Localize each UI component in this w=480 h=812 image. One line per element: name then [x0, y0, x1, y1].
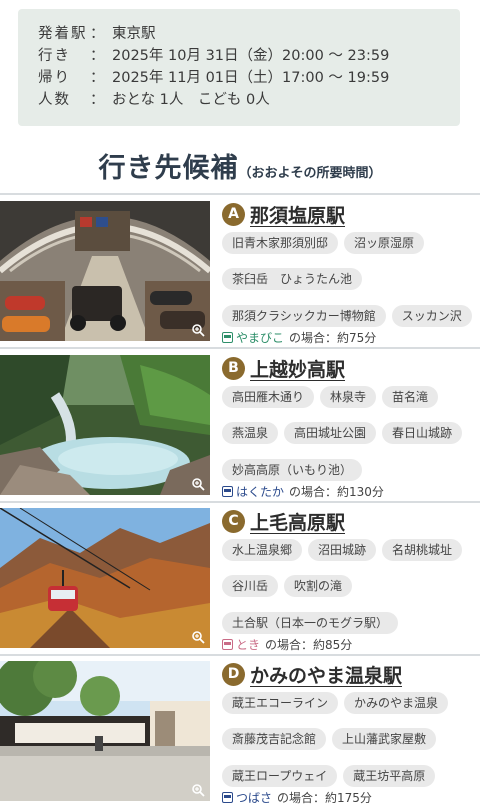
separator: ：	[90, 47, 105, 64]
spot-tag[interactable]: 沼田城跡	[308, 539, 377, 561]
destination-photo[interactable]	[0, 355, 210, 495]
spot-tag[interactable]: 林泉寺	[320, 386, 377, 408]
spot-tag[interactable]: 蔵王ロープウェイ	[222, 764, 338, 787]
train-name: はくたか	[236, 485, 285, 499]
destination-letter-badge: B	[222, 356, 245, 380]
spot-tag[interactable]: 高田雁木通り	[222, 386, 315, 408]
station-name-link[interactable]: 那須塩原駅	[250, 201, 345, 228]
spot-tags: 高田雁木通り 林泉寺 苗名滝 燕温泉 高田城址公園 春日山城跡 妙高高原（いもり…	[222, 386, 472, 490]
spot-tag[interactable]: 那須クラシックカー博物館	[222, 304, 386, 327]
outbound-label: 行き	[38, 47, 71, 64]
destination-info: B 上越妙高駅 高田雁木通り 林泉寺 苗名滝 燕温泉 高田城址公園 春日山城跡 …	[222, 355, 472, 499]
spot-tag[interactable]: 旧青木家那須別邸	[222, 232, 339, 254]
search-summary-panel: 発着駅 ： 東京駅 行き ： 2025年 10月 31日（金）20:00 〜 2…	[18, 9, 460, 126]
spot-tag[interactable]: 斎藤茂吉記念館	[222, 728, 327, 751]
train-icon	[222, 792, 233, 803]
people-value: おとな 1人 こども 0人	[112, 91, 270, 108]
destination-photo[interactable]	[0, 661, 210, 801]
station-name-link[interactable]: 上越妙高駅	[250, 355, 345, 382]
destination-info: C 上毛高原駅 水上温泉郷 沼田城跡 名胡桃城址 谷川岳 吹割の滝 土合駅（日本…	[222, 508, 472, 652]
train-info: はくたか の場合：約130分	[222, 483, 384, 500]
train-icon	[222, 486, 233, 497]
spot-tag[interactable]: 蔵王エコーライン	[222, 692, 339, 714]
spot-tags: 旧青木家那須別邸 沼ッ原湿原 茶臼岳 ひょうたん池 那須クラシックカー博物館 ス…	[222, 232, 472, 336]
spot-tag[interactable]: 谷川岳	[222, 575, 279, 598]
spot-tag[interactable]: 苗名滝	[382, 386, 439, 408]
spot-tag[interactable]: 上山藩武家屋敷	[332, 728, 437, 751]
summary-return: 帰り ： 2025年 11月 01日（土）17:00 〜 19:59	[38, 65, 460, 87]
spot-tags: 水上温泉郷 沼田城跡 名胡桃城址 谷川岳 吹割の滝 土合駅（日本一のモグラ駅）	[222, 539, 472, 643]
train-icon	[222, 639, 233, 650]
divider	[0, 193, 480, 195]
travel-time: の場合：約75分	[289, 331, 377, 345]
destination-letter-badge: D	[222, 662, 245, 686]
divider	[0, 347, 480, 349]
spot-tag[interactable]: 沼ッ原湿原	[344, 232, 425, 254]
separator: ：	[90, 25, 105, 42]
summary-people: 人数 ： おとな 1人 こども 0人	[38, 87, 460, 109]
train-icon	[222, 332, 233, 343]
divider	[0, 654, 480, 656]
section-heading: 行き先候補（おおよその所要時間）	[0, 146, 480, 185]
train-name: とき	[236, 638, 261, 652]
destination-letter-badge: A	[222, 202, 245, 226]
station-name-link[interactable]: 上毛高原駅	[250, 508, 345, 535]
destination-photo[interactable]	[0, 508, 210, 648]
zoom-in-icon[interactable]	[191, 323, 205, 337]
departure-label: 発着駅	[38, 25, 88, 42]
outbound-value: 2025年 10月 31日（金）20:00 〜 23:59	[112, 47, 390, 64]
summary-outbound: 行き ： 2025年 10月 31日（金）20:00 〜 23:59	[38, 43, 460, 65]
travel-time: の場合：約175分	[277, 791, 372, 805]
spot-tag[interactable]: スッカン沢	[391, 304, 472, 327]
spot-tag[interactable]: 水上温泉郷	[222, 539, 303, 561]
spot-tag[interactable]: かみのやま温泉	[344, 692, 449, 714]
travel-time: の場合：約85分	[265, 638, 353, 652]
spot-tag[interactable]: 茶臼岳 ひょうたん池	[222, 268, 363, 291]
divider	[0, 501, 480, 503]
travel-time: の場合：約130分	[289, 485, 384, 499]
spot-tags: 蔵王エコーライン かみのやま温泉 斎藤茂吉記念館 上山藩武家屋敷 蔵王ロープウェ…	[222, 692, 472, 796]
destination-letter-badge: C	[222, 509, 245, 533]
spot-tag[interactable]: 高田城址公園	[284, 422, 377, 445]
return-value: 2025年 11月 01日（土）17:00 〜 19:59	[112, 69, 390, 86]
zoom-in-icon[interactable]	[191, 477, 205, 491]
heading-sub: （おおよその所要時間）	[238, 166, 382, 181]
train-name: つばさ	[236, 791, 273, 805]
summary-departure: 発着駅 ： 東京駅	[38, 21, 460, 43]
separator: ：	[90, 69, 105, 86]
departure-value: 東京駅	[112, 25, 156, 42]
spot-tag[interactable]: 妙高高原（いもり池）	[222, 458, 363, 481]
spot-tag[interactable]: 春日山城跡	[382, 422, 463, 445]
heading-main: 行き先候補	[98, 153, 239, 184]
spot-tag[interactable]: 土合駅（日本一のモグラ駅）	[222, 611, 399, 634]
station-name-link[interactable]: かみのやま温泉駅	[250, 661, 402, 688]
destination-info: A 那須塩原駅 旧青木家那須別邸 沼ッ原湿原 茶臼岳 ひょうたん池 那須クラシッ…	[222, 201, 472, 345]
zoom-in-icon[interactable]	[191, 630, 205, 644]
spot-tag[interactable]: 吹割の滝	[284, 575, 353, 598]
train-info: とき の場合：約85分	[222, 636, 352, 653]
return-label: 帰り	[38, 69, 71, 86]
spot-tag[interactable]: 名胡桃城址	[382, 539, 463, 561]
people-label: 人数	[38, 91, 71, 108]
spot-tag[interactable]: 蔵王坊平高原	[343, 764, 436, 787]
destination-info: D かみのやま温泉駅 蔵王エコーライン かみのやま温泉 斎藤茂吉記念館 上山藩武…	[222, 661, 472, 805]
spot-tag[interactable]: 燕温泉	[222, 422, 279, 445]
train-info: やまびこ の場合：約75分	[222, 329, 376, 346]
separator: ：	[90, 91, 105, 108]
train-info: つばさ の場合：約175分	[222, 789, 372, 806]
zoom-in-icon[interactable]	[191, 783, 205, 797]
train-name: やまびこ	[236, 331, 285, 345]
destination-photo[interactable]	[0, 201, 210, 341]
